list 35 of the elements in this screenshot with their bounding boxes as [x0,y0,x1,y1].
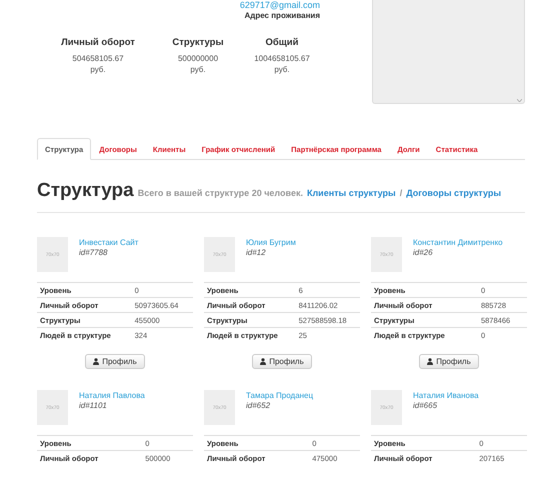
member-id: id#26 [413,248,434,258]
member-name-link[interactable]: Наталия Иванова [413,390,479,401]
member-name-link[interactable]: Тамара Проданец [246,390,314,401]
stat-label: Структуры [172,37,224,49]
stat-value: 500000000 [178,53,218,64]
stat-unit: руб. [190,64,206,75]
contracts-link[interactable]: Договоры структуры [406,188,502,198]
member-id: id#7788 [79,248,108,258]
stat-value: 1004658105.67 [254,53,310,64]
member-name-link[interactable]: Константин Димитренко [413,237,503,248]
stat-unit: руб. [90,64,106,75]
profile-button[interactable]: Профиль [419,354,479,369]
structure-summary: Всего в вашей структуре 20 человек. [138,188,303,198]
user-icon [427,358,434,365]
stat-unit: руб. [274,64,290,75]
separator: / [400,188,402,198]
member-name-link[interactable]: Юлия Бугрим [246,237,296,248]
user-icon [260,358,266,365]
member-id: id#1101 [79,401,108,411]
user-icon [93,358,100,365]
member-id: id#665 [413,401,438,411]
profile-button[interactable]: Профиль [85,354,145,369]
member-name-link[interactable]: Инвестаки Сайт [79,237,138,248]
clients-link[interactable]: Клиенты структуры [306,188,396,198]
member-id: id#12 [246,248,267,258]
stat-label: Личный оборот [61,37,135,49]
address-label: Адрес проживания [244,10,320,22]
profile-button[interactable]: Профиль [252,354,312,369]
member-id: id#652 [246,401,272,411]
email-link[interactable]: 629717@gmail.com [240,0,320,10]
member-name-link[interactable]: Наталия Павлова [79,390,145,401]
stat-value: 504658105.67 [72,53,124,64]
stat-label: Общий [266,37,298,49]
notes-field[interactable] [372,0,525,104]
page-title: Структура [37,180,134,202]
